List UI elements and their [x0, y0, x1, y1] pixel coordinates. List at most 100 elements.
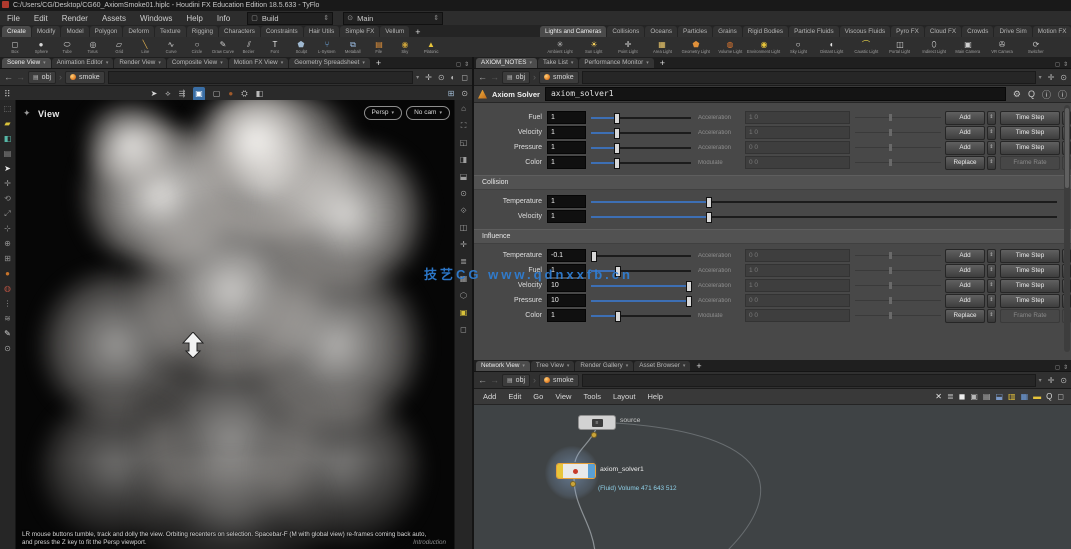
slider-handle[interactable] [705, 197, 712, 208]
scale-dropdown[interactable]: Time Step [1000, 125, 1060, 140]
scale-dropdown[interactable]: Time Step [1000, 278, 1060, 293]
param-modulate-field[interactable]: 0 0 [745, 249, 850, 262]
network-tab-asset-browser[interactable]: Asset Browser ▾ [634, 361, 691, 371]
slider-handle[interactable] [615, 311, 621, 322]
pose-tool-icon[interactable]: ⊕ [4, 239, 11, 248]
viewport[interactable]: ✦ View Persp ▾ No cam ▾ LR mouse buttons t… [16, 100, 454, 549]
operation-dropdown[interactable]: Add [945, 140, 985, 155]
snap-options-icon[interactable]: ⇶ [179, 87, 186, 101]
frame-selected-icon[interactable]: ⛶ [461, 121, 467, 130]
jump-icon[interactable]: ⊙ [438, 73, 445, 82]
netmenu-view[interactable]: View [549, 392, 577, 401]
display-options-icon[interactable]: ⊙ [461, 87, 468, 101]
pane-maximize-icon[interactable]: ◻ [1055, 364, 1060, 371]
shelf-tab-particle-fluids[interactable]: Particle Fluids [789, 26, 839, 37]
shelf-tool-sculpt[interactable]: ⬟ Sculpt [288, 37, 314, 57]
shelf-tab-particles[interactable]: Particles [678, 26, 713, 37]
shelf-tool-vr-camera[interactable]: ✇ VR Camera [985, 37, 1019, 57]
shelf-tool-box[interactable]: ◻ Box [2, 37, 28, 57]
scene-tab-geometry-spreadsheet[interactable]: Geometry Spreadsheet ▾ [289, 58, 370, 68]
shelf-tab-collisions[interactable]: Collisions [607, 26, 645, 37]
operation-dropdown[interactable]: Replace [945, 155, 985, 170]
scale-dropdown[interactable]: Frame Rate [1000, 155, 1060, 170]
seam-tool-icon[interactable]: ≋ [4, 314, 11, 323]
rotate-tool-icon[interactable]: ⟲ [4, 194, 11, 203]
shelf-tool-volume-light[interactable]: ◍ Volume Light [713, 37, 747, 57]
scene-tab-composite-view[interactable]: Composite View ▾ [166, 58, 228, 68]
pane-maximize-icon[interactable]: ◻ [1055, 61, 1060, 68]
handles-icon[interactable]: ⊹ [4, 224, 11, 233]
scene-tab-motion-fx-view[interactable]: Motion FX View ▾ [228, 58, 289, 68]
translate-handle-arrow[interactable] [182, 332, 204, 358]
node-name-field[interactable]: axiom_solver1 [544, 87, 1006, 101]
pane-grid-icon[interactable]: ⠿ [4, 87, 11, 101]
menu-info[interactable]: Info [210, 12, 237, 25]
shelf-tab-hair-utils[interactable]: Hair Utils [303, 26, 340, 37]
shelf-tab-texture[interactable]: Texture [155, 26, 186, 37]
lasso-select-icon[interactable]: ⟡ [165, 87, 170, 101]
node-source[interactable]: ≡ [578, 415, 616, 430]
select-tool-icon[interactable]: ➤ [4, 164, 11, 173]
scale-dropdown[interactable]: Time Step [1000, 293, 1060, 308]
param-slider[interactable] [591, 127, 691, 139]
operation-spinner-icon[interactable]: ⇕ [987, 110, 996, 125]
dots-menu-icon[interactable]: ⋮ [4, 299, 12, 308]
shelf-tool-sky[interactable]: ◉ Sky [392, 37, 418, 57]
operation-spinner-icon[interactable]: ⇕ [987, 155, 996, 170]
pane-split-icon[interactable]: ⇕ [1063, 61, 1068, 68]
notes-panel-icon[interactable]: ▤ [983, 391, 991, 403]
param-path-root[interactable]: ▤ obj [502, 70, 531, 84]
help-icon[interactable]: ⓘ [1058, 88, 1067, 101]
netmenu-layout[interactable]: Layout [607, 392, 642, 401]
netmenu-edit[interactable]: Edit [502, 392, 527, 401]
select-arrow-icon[interactable]: ➤ [151, 87, 158, 101]
pin-icon[interactable]: ✛ [425, 73, 432, 82]
operation-dropdown[interactable]: Replace [945, 308, 985, 323]
slider-handle[interactable] [686, 296, 692, 307]
shelf-tool-main-camera[interactable]: ▣ Main Camera [951, 37, 985, 57]
operation-dropdown[interactable]: Add [945, 110, 985, 125]
shelf-tab-viscous-fluids[interactable]: Viscous Fluids [839, 26, 891, 37]
back-icon[interactable]: ← [478, 69, 487, 85]
shelf-tab-deform[interactable]: Deform [123, 26, 155, 37]
shelf-tab-polygon[interactable]: Polygon [89, 26, 123, 37]
take-selector[interactable]: ⊙ Main ⇕ [343, 11, 444, 25]
node-axiom-solver[interactable] [556, 463, 596, 479]
param-slider[interactable] [591, 310, 691, 322]
param-slider[interactable] [591, 112, 691, 124]
grid-snap-icon[interactable]: ▦ [1021, 391, 1029, 403]
operation-dropdown[interactable]: Add [945, 278, 985, 293]
scale-tool-icon[interactable]: ⤢ [4, 209, 10, 218]
layers-icon[interactable]: ▤ [4, 149, 12, 158]
slider-handle[interactable] [705, 212, 712, 223]
help-ring-icon[interactable]: ⊙ [4, 344, 11, 353]
operation-spinner-icon[interactable]: ⇕ [987, 140, 996, 155]
slider-handle[interactable] [614, 128, 620, 139]
save-network-icon[interactable]: ⬓ [995, 391, 1003, 403]
shelf-tool-sun-light[interactable]: ☀ Sun Light [577, 37, 611, 57]
color-swatch-icon[interactable]: ◼ [959, 391, 966, 403]
material-flag-icon[interactable]: ● [228, 87, 233, 101]
param-value-field[interactable]: 1 [547, 210, 586, 223]
shelf-tab-characters[interactable]: Characters [219, 26, 260, 37]
menu-help[interactable]: Help [179, 12, 209, 25]
scale-dropdown[interactable]: Time Step [1000, 140, 1060, 155]
shelf-tab-oceans[interactable]: Oceans [645, 26, 678, 37]
menu-render[interactable]: Render [55, 12, 95, 25]
param-slider[interactable] [591, 295, 692, 307]
param-value-field[interactable]: 1 [547, 141, 586, 154]
wireframe-display-icon[interactable]: ▢ [213, 87, 221, 101]
crosshair-icon[interactable]: ✛ [460, 240, 467, 249]
pane-split-icon[interactable]: ⇕ [464, 61, 469, 68]
operation-spinner-icon[interactable]: ⇕ [987, 308, 996, 323]
param-path-field[interactable] [581, 70, 1036, 84]
new-tab-button[interactable]: + [655, 58, 670, 68]
operation-spinner-icon[interactable]: ⇕ [987, 293, 996, 308]
new-tab-button[interactable]: + [691, 361, 706, 371]
camera-pill[interactable]: No cam ▾ [406, 106, 450, 120]
netmenu-add[interactable]: Add [477, 392, 502, 401]
param-modulate-field[interactable]: 1 0 [745, 264, 850, 277]
param-value-field[interactable]: 1 [547, 309, 586, 322]
network-path-node[interactable]: smoke [539, 373, 579, 387]
jump-icon[interactable]: ⊙ [1060, 376, 1067, 385]
